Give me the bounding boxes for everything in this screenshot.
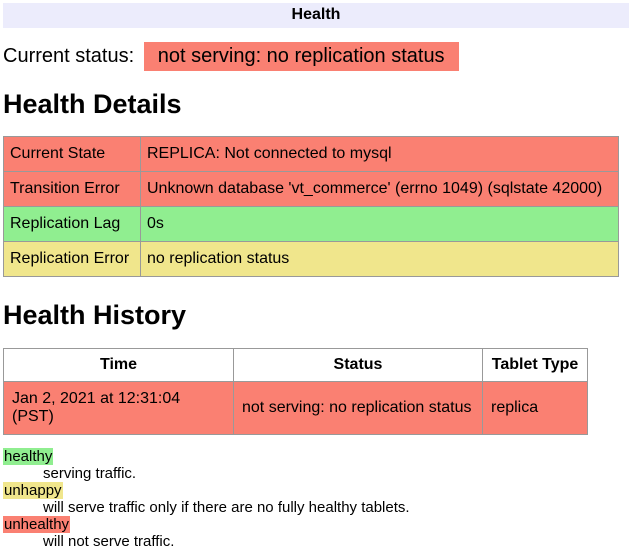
detail-label: Replication Error: [4, 242, 141, 277]
legend-description-healthy: serving traffic.: [43, 465, 629, 482]
history-row: Jan 2, 2021 at 12:31:04 (PST) not servin…: [4, 382, 588, 435]
legend-term-unhappy-label: unhappy: [3, 482, 63, 499]
detail-row-transition-error: Transition Error Unknown database 'vt_co…: [4, 172, 619, 207]
column-header-tablet-type: Tablet Type: [483, 349, 588, 382]
history-status-cell: not serving: no replication status: [234, 382, 483, 435]
detail-label: Transition Error: [4, 172, 141, 207]
detail-value: 0s: [141, 207, 619, 242]
legend-description-unhealthy: will not serve traffic.: [43, 533, 629, 550]
detail-row-replication-lag: Replication Lag 0s: [4, 207, 619, 242]
history-tablet-type-cell: replica: [483, 382, 588, 435]
detail-row-current-state: Current State REPLICA: Not connected to …: [4, 137, 619, 172]
legend-term-unhealthy-label: unhealthy: [3, 516, 70, 533]
legend-term-unhappy: unhappy: [3, 482, 629, 499]
health-history-table: Time Status Tablet Type Jan 2, 2021 at 1…: [3, 348, 588, 435]
detail-label: Current State: [4, 137, 141, 172]
legend-term-healthy-label: healthy: [3, 448, 53, 465]
column-header-status: Status: [234, 349, 483, 382]
health-details-table: Current State REPLICA: Not connected to …: [3, 136, 619, 277]
status-legend: healthy serving traffic. unhappy will se…: [3, 448, 629, 550]
legend-description-unhappy: will serve traffic only if there are no …: [43, 499, 629, 516]
column-header-time: Time: [4, 349, 234, 382]
legend-term-unhealthy: unhealthy: [3, 516, 629, 533]
history-header-row: Time Status Tablet Type: [4, 349, 588, 382]
legend-term-healthy: healthy: [3, 448, 629, 465]
detail-value: no replication status: [141, 242, 619, 277]
current-status-badge: not serving: no replication status: [144, 42, 459, 71]
current-status-label: Current status:: [3, 45, 134, 67]
current-status-line: Current status: not serving: no replicat…: [3, 41, 629, 71]
page-title: Health: [292, 6, 341, 23]
health-details-heading: Health Details: [3, 89, 629, 120]
detail-row-replication-error: Replication Error no replication status: [4, 242, 619, 277]
health-history-heading: Health History: [3, 300, 629, 331]
detail-value: Unknown database 'vt_commerce' (errno 10…: [141, 172, 619, 207]
page-title-bar: Health: [3, 3, 629, 28]
history-time-cell: Jan 2, 2021 at 12:31:04 (PST): [4, 382, 234, 435]
detail-value: REPLICA: Not connected to mysql: [141, 137, 619, 172]
detail-label: Replication Lag: [4, 207, 141, 242]
